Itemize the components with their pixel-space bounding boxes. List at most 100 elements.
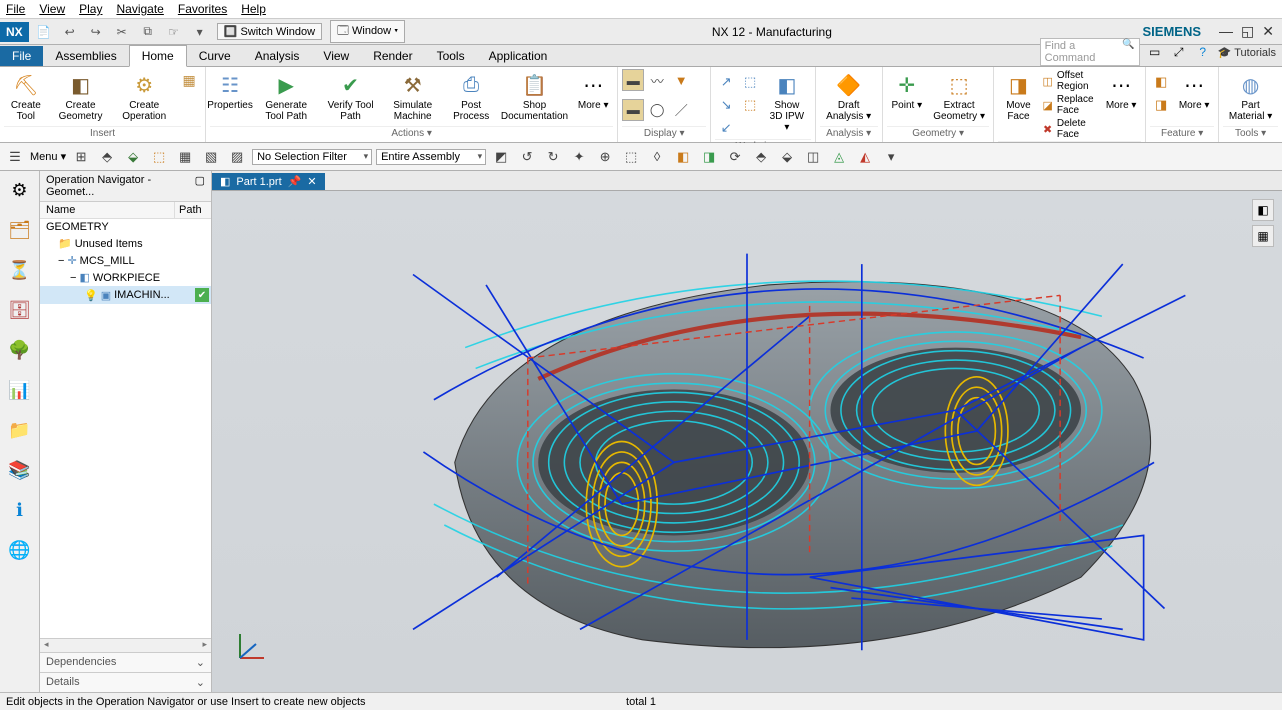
disp1-icon[interactable]: ▬ <box>622 69 644 91</box>
disp3-icon[interactable]: ▼ <box>670 69 692 91</box>
col-path[interactable]: Path <box>175 202 211 218</box>
nav-icon[interactable]: 🗂 <box>5 215 35 245</box>
new-icon[interactable]: 📄 <box>35 23 53 41</box>
viewport[interactable]: ◧ ▦ <box>212 191 1282 692</box>
sr-ico4[interactable]: ⬚ <box>148 146 170 168</box>
tab-curve[interactable]: Curve <box>187 46 243 66</box>
tree-mcs[interactable]: −✛MCS_MILL <box>40 252 211 269</box>
menu-button[interactable]: ☰ <box>4 146 26 168</box>
assembly-scope-dropdown[interactable]: Entire Assembly <box>376 149 486 165</box>
sr-ico21[interactable]: ◬ <box>828 146 850 168</box>
col-name[interactable]: Name <box>40 202 175 218</box>
sr-ico23[interactable]: ▾ <box>880 146 902 168</box>
sr-ico7[interactable]: ▨ <box>226 146 248 168</box>
sr-ico22[interactable]: ◭ <box>854 146 876 168</box>
sr-ico5[interactable]: ▦ <box>174 146 196 168</box>
sheet-icon[interactable]: 📊 <box>5 375 35 405</box>
replace-face-button[interactable]: ◪Replace Face <box>1042 93 1097 117</box>
switch-window-button[interactable]: 🔲 Switch Window <box>217 23 322 40</box>
collapse-ribbon-icon[interactable]: ▭ <box>1146 43 1164 61</box>
insert-more-icon[interactable]: ▦ <box>177 69 201 91</box>
undo-icon[interactable]: ↩ <box>61 23 79 41</box>
sr-ico19[interactable]: ⬙ <box>776 146 798 168</box>
db-icon[interactable]: 🗄 <box>5 295 35 325</box>
feature-more-button[interactable]: ⋯More ▾ <box>1174 69 1214 113</box>
tab-home[interactable]: Home <box>129 45 187 67</box>
tree-unused[interactable]: 📁Unused Items <box>40 235 211 252</box>
sr-ico17[interactable]: ⟳ <box>724 146 746 168</box>
offset-region-button[interactable]: ◫Offset Region <box>1042 69 1097 93</box>
sr-ico12[interactable]: ⊕ <box>594 146 616 168</box>
tutorials-link[interactable]: 🎓 Tutorials <box>1218 46 1276 59</box>
view-triad[interactable] <box>230 628 270 674</box>
feat2-icon[interactable]: ◨ <box>1150 94 1172 116</box>
pin-icon[interactable]: 📌 <box>288 175 302 188</box>
more-qat-icon[interactable]: ▾ <box>191 23 209 41</box>
sr-ico20[interactable]: ◫ <box>802 146 824 168</box>
copy-icon[interactable]: ⧉ <box>139 23 157 41</box>
command-search[interactable]: Find a Command <box>1040 38 1140 66</box>
navigator-hscroll[interactable]: ◂▸ <box>40 638 211 652</box>
navigator-close-icon[interactable]: ▢ <box>195 174 205 198</box>
details-section[interactable]: Details⌄ <box>40 672 211 692</box>
point-button[interactable]: ✛Point ▾ <box>887 69 927 113</box>
disp4-icon[interactable]: ▬ <box>622 99 644 121</box>
tab-close-icon[interactable]: ✕ <box>307 175 316 188</box>
dependencies-section[interactable]: Dependencies⌄ <box>40 652 211 672</box>
sr-ico3[interactable]: ⬙ <box>122 146 144 168</box>
tab-view[interactable]: View <box>311 46 361 66</box>
viewcube-grid[interactable]: ▦ <box>1252 225 1274 247</box>
disp2-icon[interactable]: 〰 <box>646 69 668 91</box>
info-icon[interactable]: ℹ <box>5 495 35 525</box>
sr-ico16[interactable]: ◨ <box>698 146 720 168</box>
verify-toolpath-button[interactable]: ✔Verify Tool Path <box>322 69 379 124</box>
sync-more-button[interactable]: ⋯More ▾ <box>1101 69 1141 113</box>
navigator-tree[interactable]: GEOMETRY 📁Unused Items −✛MCS_MILL −◧WORK… <box>40 219 211 638</box>
sysmenu-favorites[interactable]: Favorites <box>178 2 227 16</box>
selection-filter-dropdown[interactable]: No Selection Filter <box>252 149 372 165</box>
wp2-icon[interactable]: ↘ <box>715 94 737 116</box>
disp5-icon[interactable]: ◯ <box>646 99 668 121</box>
shop-doc-button[interactable]: 📋Shop Documentation <box>498 69 571 124</box>
tab-analysis[interactable]: Analysis <box>243 46 312 66</box>
tree-operation[interactable]: 💡▣IMACHIN...✔ <box>40 286 211 304</box>
sr-ico8[interactable]: ◩ <box>490 146 512 168</box>
create-geometry-button[interactable]: ◧Create Geometry <box>50 69 112 124</box>
settings-icon[interactable]: ⚙ <box>5 175 35 205</box>
generate-toolpath-button[interactable]: ▶Generate Tool Path <box>252 69 320 124</box>
document-tab[interactable]: ◧ Part 1.prt 📌 ✕ <box>212 173 325 190</box>
show-3d-ipw-button[interactable]: ◧Show 3D IPW ▾ <box>763 69 810 135</box>
sysmenu-help[interactable]: Help <box>241 2 266 16</box>
wp5-icon[interactable]: ⬚ <box>739 94 761 116</box>
wp1-icon[interactable]: ↗ <box>715 71 737 93</box>
redo-icon[interactable]: ↪ <box>87 23 105 41</box>
history-icon[interactable]: ⏳ <box>5 255 35 285</box>
sr-ico10[interactable]: ↻ <box>542 146 564 168</box>
tab-application[interactable]: Application <box>477 46 560 66</box>
create-operation-button[interactable]: ⚙Create Operation <box>113 69 175 124</box>
menu-label[interactable]: Menu ▾ <box>30 150 66 163</box>
disp6-icon[interactable]: ／ <box>670 99 692 121</box>
sr-ico15[interactable]: ◧ <box>672 146 694 168</box>
delete-face-button[interactable]: ✖Delete Face <box>1042 117 1097 141</box>
books-icon[interactable]: 📚 <box>5 455 35 485</box>
sr-ico9[interactable]: ↺ <box>516 146 538 168</box>
touch-icon[interactable]: ☞ <box>165 23 183 41</box>
extract-geometry-button[interactable]: ⬚Extract Geometry ▾ <box>929 69 990 124</box>
sysmenu-navigate[interactable]: Navigate <box>116 2 163 16</box>
wp3-icon[interactable]: ↙ <box>715 117 737 139</box>
folder-icon[interactable]: 📁 <box>5 415 35 445</box>
help-icon[interactable]: ? <box>1194 43 1212 61</box>
tree-icon[interactable]: 🌳 <box>5 335 35 365</box>
sysmenu-view[interactable]: View <box>39 2 65 16</box>
globe-icon[interactable]: 🌐 <box>5 535 35 565</box>
simulate-machine-button[interactable]: ⚒Simulate Machine <box>381 69 445 124</box>
viewcube-top[interactable]: ◧ <box>1252 199 1274 221</box>
cut-icon[interactable]: ✂ <box>113 23 131 41</box>
sr-ico18[interactable]: ⬘ <box>750 146 772 168</box>
tree-geometry[interactable]: GEOMETRY <box>40 219 211 235</box>
wp4-icon[interactable]: ⬚ <box>739 71 761 93</box>
fullscreen-icon[interactable]: ⤢ <box>1170 43 1188 61</box>
window-dropdown[interactable]: 🗔 Window ▾ <box>330 20 405 43</box>
feat1-icon[interactable]: ◧ <box>1150 71 1172 93</box>
